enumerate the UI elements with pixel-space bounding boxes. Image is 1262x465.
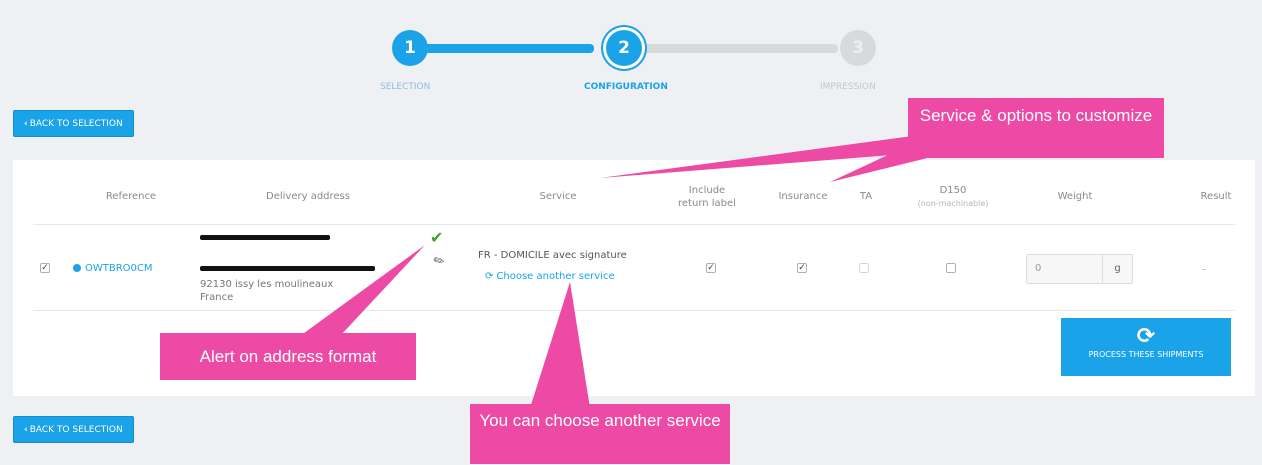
pointer-service-options bbox=[600, 135, 930, 178]
pointer-address-alert bbox=[300, 245, 425, 336]
callout-address-alert: Alert on address format bbox=[160, 333, 416, 380]
callout-pointers bbox=[300, 135, 960, 408]
pointer-choose-service bbox=[530, 282, 590, 408]
callout-choose-service: You can choose another service bbox=[470, 404, 730, 464]
callout-service-options: Service & options to customize bbox=[908, 98, 1164, 158]
